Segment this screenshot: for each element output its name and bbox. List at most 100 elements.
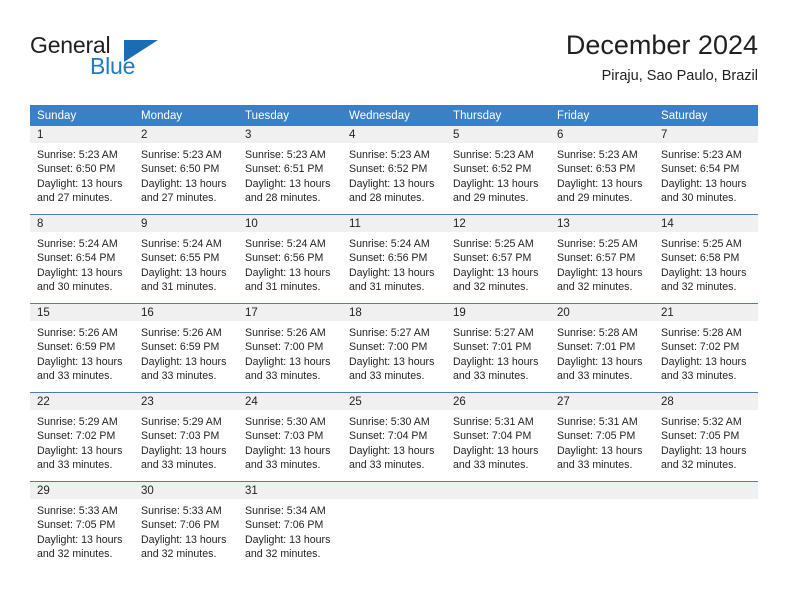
calendar-day-cell[interactable]: 1 Sunrise: 5:23 AM Sunset: 6:50 PM Dayli…	[30, 126, 134, 215]
daylight-text-line1: Daylight: 13 hours	[141, 355, 227, 368]
sunset-text: Sunset: 7:05 PM	[557, 430, 636, 443]
sunset-text: Sunset: 7:04 PM	[453, 430, 532, 443]
day-details: Sunrise: 5:26 AM Sunset: 6:59 PM Dayligh…	[134, 321, 238, 384]
sunrise-text: Sunrise: 5:30 AM	[349, 416, 430, 428]
daylight-text-line1: Daylight: 13 hours	[37, 177, 123, 190]
calendar-day-cell[interactable]: 30 Sunrise: 5:33 AM Sunset: 7:06 PM Dayl…	[134, 481, 238, 570]
calendar-day-cell[interactable]: 13 Sunrise: 5:25 AM Sunset: 6:57 PM Dayl…	[550, 214, 654, 304]
calendar-day-cell[interactable]: 20 Sunrise: 5:28 AM Sunset: 7:01 PM Dayl…	[550, 303, 654, 393]
calendar-day-cell[interactable]: 24 Sunrise: 5:30 AM Sunset: 7:03 PM Dayl…	[238, 392, 342, 482]
calendar-day-cell[interactable]: 9 Sunrise: 5:24 AM Sunset: 6:55 PM Dayli…	[134, 214, 238, 304]
day-number: 14	[654, 215, 758, 232]
sunset-text: Sunset: 6:54 PM	[37, 252, 116, 265]
calendar-day-cell[interactable]: 2 Sunrise: 5:23 AM Sunset: 6:50 PM Dayli…	[134, 126, 238, 215]
calendar-day-cell[interactable]: 23 Sunrise: 5:29 AM Sunset: 7:03 PM Dayl…	[134, 392, 238, 482]
calendar-day-cell[interactable]: 3 Sunrise: 5:23 AM Sunset: 6:51 PM Dayli…	[238, 126, 342, 215]
calendar-day-cell[interactable]: 16 Sunrise: 5:26 AM Sunset: 6:59 PM Dayl…	[134, 303, 238, 393]
calendar-day-cell[interactable]: 19 Sunrise: 5:27 AM Sunset: 7:01 PM Dayl…	[446, 303, 550, 393]
sunrise-text: Sunrise: 5:25 AM	[661, 238, 742, 250]
day-number: 13	[550, 215, 654, 232]
sunrise-text: Sunrise: 5:32 AM	[661, 416, 742, 428]
day-number: 28	[654, 393, 758, 410]
calendar-day-cell[interactable]: 7 Sunrise: 5:23 AM Sunset: 6:54 PM Dayli…	[654, 126, 758, 215]
sunrise-text: Sunrise: 5:31 AM	[453, 416, 534, 428]
calendar-day-cell[interactable]: 11 Sunrise: 5:24 AM Sunset: 6:56 PM Dayl…	[342, 214, 446, 304]
day-details: Sunrise: 5:34 AM Sunset: 7:06 PM Dayligh…	[238, 499, 342, 562]
calendar-week-row: 29 Sunrise: 5:33 AM Sunset: 7:05 PM Dayl…	[30, 481, 758, 570]
weekday-header-saturday: Saturday	[654, 105, 758, 126]
day-number: 1	[30, 126, 134, 143]
day-details: Sunrise: 5:26 AM Sunset: 7:00 PM Dayligh…	[238, 321, 342, 384]
calendar-day-cell[interactable]: 31 Sunrise: 5:34 AM Sunset: 7:06 PM Dayl…	[238, 481, 342, 570]
calendar-day-cell[interactable]: 10 Sunrise: 5:24 AM Sunset: 6:56 PM Dayl…	[238, 214, 342, 304]
sunset-text: Sunset: 6:56 PM	[349, 252, 428, 265]
weekday-header-tuesday: Tuesday	[238, 105, 342, 126]
calendar-day-cell[interactable]: 18 Sunrise: 5:27 AM Sunset: 7:00 PM Dayl…	[342, 303, 446, 393]
daylight-text-line2: and 33 minutes.	[349, 459, 425, 472]
calendar-day-cell[interactable]: 8 Sunrise: 5:24 AM Sunset: 6:54 PM Dayli…	[30, 214, 134, 304]
general-blue-logo[interactable]: General Blue	[30, 32, 210, 88]
day-details: Sunrise: 5:28 AM Sunset: 7:02 PM Dayligh…	[654, 321, 758, 384]
day-details: Sunrise: 5:23 AM Sunset: 6:50 PM Dayligh…	[30, 143, 134, 206]
daylight-text-line2: and 31 minutes.	[141, 281, 217, 294]
daylight-text-line1: Daylight: 13 hours	[557, 266, 643, 279]
daylight-text-line2: and 33 minutes.	[141, 459, 217, 472]
daylight-text-line1: Daylight: 13 hours	[661, 177, 747, 190]
calendar-day-cell[interactable]: 15 Sunrise: 5:26 AM Sunset: 6:59 PM Dayl…	[30, 303, 134, 393]
daylight-text-line2: and 31 minutes.	[245, 281, 321, 294]
calendar-day-cell[interactable]: 25 Sunrise: 5:30 AM Sunset: 7:04 PM Dayl…	[342, 392, 446, 482]
day-number: 12	[446, 215, 550, 232]
sunrise-text: Sunrise: 5:25 AM	[453, 238, 534, 250]
calendar-day-cell[interactable]: 6 Sunrise: 5:23 AM Sunset: 6:53 PM Dayli…	[550, 126, 654, 215]
calendar-day-cell[interactable]: 5 Sunrise: 5:23 AM Sunset: 6:52 PM Dayli…	[446, 126, 550, 215]
calendar-day-cell[interactable]: 14 Sunrise: 5:25 AM Sunset: 6:58 PM Dayl…	[654, 214, 758, 304]
day-number: 6	[550, 126, 654, 143]
day-number: 22	[30, 393, 134, 410]
sunset-text: Sunset: 7:03 PM	[141, 430, 220, 443]
sunrise-text: Sunrise: 5:26 AM	[141, 327, 222, 339]
calendar-day-cell[interactable]: 27 Sunrise: 5:31 AM Sunset: 7:05 PM Dayl…	[550, 392, 654, 482]
daylight-text-line1: Daylight: 13 hours	[349, 266, 435, 279]
daylight-text-line1: Daylight: 13 hours	[453, 355, 539, 368]
sunrise-text: Sunrise: 5:26 AM	[245, 327, 326, 339]
daylight-text-line1: Daylight: 13 hours	[453, 177, 539, 190]
sunset-text: Sunset: 7:06 PM	[245, 519, 324, 532]
daylight-text-line2: and 33 minutes.	[661, 370, 737, 383]
daylight-text-line1: Daylight: 13 hours	[557, 355, 643, 368]
calendar-day-cell[interactable]: 28 Sunrise: 5:32 AM Sunset: 7:05 PM Dayl…	[654, 392, 758, 482]
day-number	[654, 482, 758, 499]
daylight-text-line2: and 30 minutes.	[37, 281, 113, 294]
daylight-text-line2: and 33 minutes.	[37, 370, 113, 383]
calendar-day-cell[interactable]: 4 Sunrise: 5:23 AM Sunset: 6:52 PM Dayli…	[342, 126, 446, 215]
daylight-text-line2: and 30 minutes.	[661, 192, 737, 205]
daylight-text-line2: and 29 minutes.	[453, 192, 529, 205]
day-details: Sunrise: 5:26 AM Sunset: 6:59 PM Dayligh…	[30, 321, 134, 384]
calendar-day-cell[interactable]: 21 Sunrise: 5:28 AM Sunset: 7:02 PM Dayl…	[654, 303, 758, 393]
brand-name-blue: Blue	[90, 53, 136, 79]
page-title: December 2024	[565, 30, 758, 60]
day-number: 27	[550, 393, 654, 410]
daylight-text-line2: and 32 minutes.	[141, 548, 217, 561]
sunrise-text: Sunrise: 5:23 AM	[141, 149, 222, 161]
calendar-day-cell[interactable]: 29 Sunrise: 5:33 AM Sunset: 7:05 PM Dayl…	[30, 481, 134, 570]
sunset-text: Sunset: 7:05 PM	[661, 430, 740, 443]
calendar-day-cell[interactable]: 17 Sunrise: 5:26 AM Sunset: 7:00 PM Dayl…	[238, 303, 342, 393]
calendar-day-cell[interactable]: 22 Sunrise: 5:29 AM Sunset: 7:02 PM Dayl…	[30, 392, 134, 482]
day-number	[446, 482, 550, 499]
daylight-text-line2: and 33 minutes.	[245, 459, 321, 472]
daylight-text-line2: and 33 minutes.	[557, 370, 633, 383]
daylight-text-line1: Daylight: 13 hours	[141, 444, 227, 457]
calendar-day-cell[interactable]: 26 Sunrise: 5:31 AM Sunset: 7:04 PM Dayl…	[446, 392, 550, 482]
daylight-text-line2: and 32 minutes.	[245, 548, 321, 561]
calendar-body: 1 Sunrise: 5:23 AM Sunset: 6:50 PM Dayli…	[30, 126, 758, 570]
day-details: Sunrise: 5:31 AM Sunset: 7:04 PM Dayligh…	[446, 410, 550, 473]
weekday-header-wednesday: Wednesday	[342, 105, 446, 126]
day-details: Sunrise: 5:23 AM Sunset: 6:54 PM Dayligh…	[654, 143, 758, 206]
weekday-header-friday: Friday	[550, 105, 654, 126]
calendar-day-cell[interactable]: 12 Sunrise: 5:25 AM Sunset: 6:57 PM Dayl…	[446, 214, 550, 304]
daylight-text-line1: Daylight: 13 hours	[661, 266, 747, 279]
daylight-text-line1: Daylight: 13 hours	[141, 177, 227, 190]
daylight-text-line2: and 33 minutes.	[245, 370, 321, 383]
day-details: Sunrise: 5:23 AM Sunset: 6:50 PM Dayligh…	[134, 143, 238, 206]
calendar-page: General Blue December 2024 Piraju, Sao P…	[0, 0, 792, 612]
